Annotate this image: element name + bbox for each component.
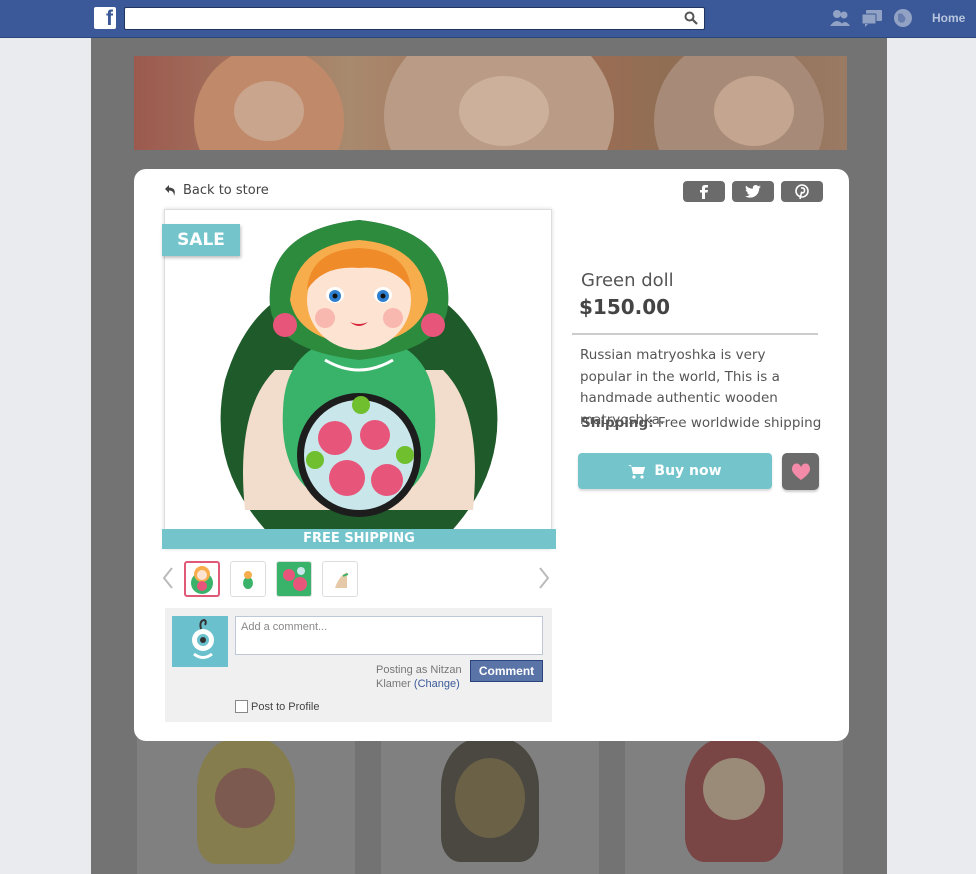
small-doll-thumbnail-image <box>243 571 253 589</box>
jewel-icons <box>828 8 916 28</box>
back-to-store-label: Back to store <box>183 183 269 198</box>
shipping-value: Free worldwide shipping <box>653 415 822 431</box>
product-image[interactable] <box>164 209 552 549</box>
chevron-right-icon[interactable] <box>538 567 550 589</box>
pinterest-icon <box>795 183 809 199</box>
thumbnail-4[interactable] <box>322 561 358 597</box>
facebook-share-button[interactable] <box>683 181 725 202</box>
doll-thumbnail-image <box>191 566 213 594</box>
user-avatar-image <box>192 618 214 659</box>
facebook-logo-letter: f <box>106 7 113 30</box>
buy-now-button[interactable]: Buy now <box>578 453 772 489</box>
facebook-search-input[interactable] <box>124 7 705 30</box>
post-to-profile-checkbox[interactable] <box>235 700 248 713</box>
post-to-profile-option[interactable]: Post to Profile <box>235 700 319 713</box>
posting-as-text: Posting as Nitzan Klamer (Change) <box>376 663 476 691</box>
matryoshka-doll-image <box>220 220 498 540</box>
product-card[interactable] <box>137 738 355 874</box>
friends-icon[interactable] <box>828 8 852 28</box>
shipping-label: Shipping: <box>581 415 654 431</box>
back-arrow-icon <box>165 185 175 196</box>
change-link[interactable]: (Change) <box>414 678 460 690</box>
share-buttons <box>683 181 823 202</box>
divider <box>572 333 818 335</box>
buy-now-label: Buy now <box>654 463 722 479</box>
free-shipping-strip: FREE SHIPPING <box>162 529 556 549</box>
favorite-button[interactable] <box>782 453 819 490</box>
heart-icon <box>791 462 810 480</box>
twitter-share-button[interactable] <box>732 181 774 202</box>
messages-icon[interactable] <box>860 8 884 28</box>
shipping-info: Shipping: Free worldwide shipping <box>581 415 821 431</box>
thumbnail-strip <box>160 559 555 599</box>
product-price: $150.00 <box>579 295 671 319</box>
product-modal: Back to store SALE FREE SHIPPING Add a c… <box>134 169 849 741</box>
flowers-thumbnail-image <box>277 562 311 596</box>
avatar[interactable] <box>172 616 228 667</box>
product-title: Green doll <box>581 270 674 291</box>
comments-widget: Add a comment... Posting as Nitzan Klame… <box>165 608 552 722</box>
product-card[interactable] <box>381 738 599 874</box>
notifications-icon[interactable] <box>892 8 916 28</box>
product-card[interactable] <box>625 738 843 874</box>
chevron-left-icon[interactable] <box>162 567 174 589</box>
comment-input[interactable]: Add a comment... <box>235 616 543 655</box>
detail-thumbnail-image <box>335 572 349 588</box>
comment-button[interactable]: Comment <box>470 660 543 682</box>
thumbnail-2[interactable] <box>230 561 266 597</box>
facebook-top-bar: f Home <box>0 0 976 38</box>
search-icon[interactable] <box>684 11 698 25</box>
thumbnail-3[interactable] <box>276 561 312 597</box>
home-link[interactable]: Home <box>932 11 965 25</box>
back-to-store-link[interactable]: Back to store <box>164 183 269 198</box>
thumbnail-1[interactable] <box>184 561 220 597</box>
store-banner <box>134 56 847 150</box>
post-to-profile-label: Post to Profile <box>251 700 320 713</box>
facebook-logo[interactable]: f <box>94 7 116 30</box>
facebook-icon <box>700 185 708 199</box>
sale-badge: SALE <box>162 224 240 256</box>
pinterest-share-button[interactable] <box>781 181 823 202</box>
twitter-icon <box>745 185 761 198</box>
shopping-cart-icon <box>628 464 646 479</box>
